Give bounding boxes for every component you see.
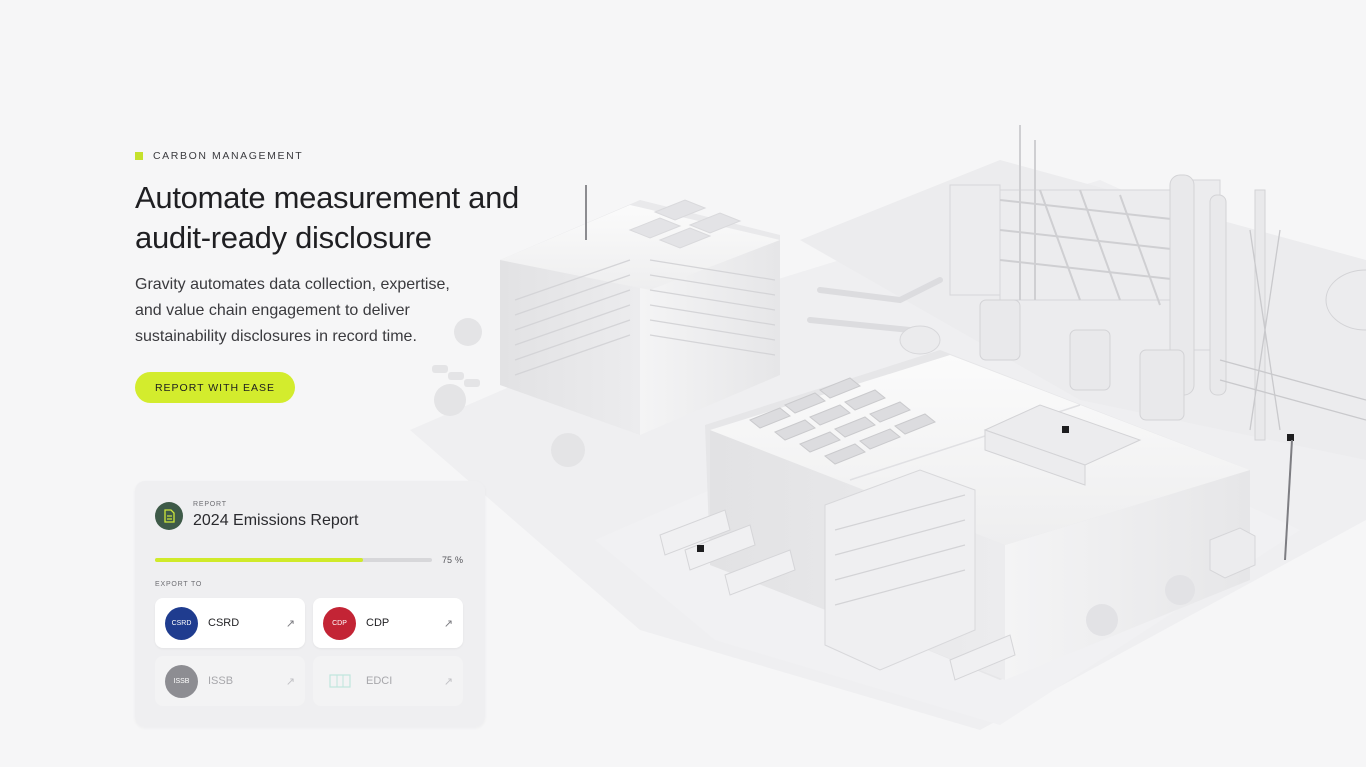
- page: CARBON MANAGEMENT Automate measurement a…: [0, 0, 1366, 767]
- export-targets: CSRD CSRD ↗ CDP CDP ↗ ISSB ISSB ↗ EDCI ↗: [155, 598, 463, 706]
- csrd-logo-icon: CSRD: [165, 606, 198, 640]
- csrd-logo-text: CSRD: [171, 619, 192, 627]
- export-target-name: CDP: [366, 617, 390, 629]
- report-card-header: REPORT 2024 Emissions Report: [155, 501, 358, 530]
- hero-title-line-2: audit-ready disclosure: [135, 220, 432, 255]
- hero-description: Gravity automates data collection, exper…: [135, 272, 495, 350]
- edci-logo-icon: [323, 665, 356, 698]
- progress-bar-fill: [155, 558, 363, 562]
- progress-bar: [155, 558, 432, 562]
- emissions-report-card: REPORT 2024 Emissions Report 75 % EXPORT…: [135, 481, 485, 727]
- report-with-ease-button[interactable]: REPORT WITH EASE: [135, 372, 295, 403]
- arrow-up-right-icon: ↗: [285, 675, 295, 688]
- issb-logo-text: ISSB: [173, 677, 190, 685]
- cdp-logo-icon: CDP: [323, 606, 356, 640]
- export-target-issb[interactable]: ISSB ISSB ↗: [155, 656, 305, 706]
- eyebrow-square-icon: [135, 152, 143, 160]
- cdp-logo-text: CDP: [332, 619, 347, 627]
- export-target-name: ISSB: [208, 675, 234, 687]
- report-progress: 75 %: [155, 555, 465, 565]
- report-label: REPORT: [193, 501, 227, 508]
- hero-description-line-3: sustainability disclosures in record tim…: [135, 328, 417, 345]
- export-to-label: EXPORT TO: [155, 581, 203, 588]
- section-eyebrow: CARBON MANAGEMENT: [135, 150, 595, 162]
- export-target-csrd[interactable]: CSRD CSRD ↗: [155, 598, 305, 648]
- export-target-name: EDCI: [366, 675, 393, 687]
- document-icon: [155, 501, 183, 530]
- hero-description-line-2: and value chain engagement to deliver: [135, 302, 410, 319]
- arrow-up-right-icon: ↗: [285, 617, 295, 630]
- arrow-up-right-icon: ↗: [443, 675, 453, 688]
- progress-percentage: 75 %: [442, 555, 463, 565]
- report-title: 2024 Emissions Report: [193, 512, 359, 529]
- progress-value: 75: [442, 555, 453, 565]
- hero-description-line-1: Gravity automates data collection, exper…: [135, 276, 450, 293]
- progress-unit: %: [455, 555, 464, 565]
- issb-logo-icon: ISSB: [165, 664, 198, 698]
- export-target-name: CSRD: [208, 617, 240, 629]
- export-target-cdp[interactable]: CDP CDP ↗: [313, 598, 463, 648]
- arrow-up-right-icon: ↗: [443, 617, 453, 630]
- eyebrow-label: CARBON MANAGEMENT: [153, 150, 304, 162]
- hero-title: Automate measurement and audit-ready dis…: [135, 178, 595, 258]
- hero-section: CARBON MANAGEMENT Automate measurement a…: [135, 150, 595, 403]
- export-target-edci[interactable]: EDCI ↗: [313, 656, 463, 706]
- hero-title-line-1: Automate measurement and: [135, 180, 519, 215]
